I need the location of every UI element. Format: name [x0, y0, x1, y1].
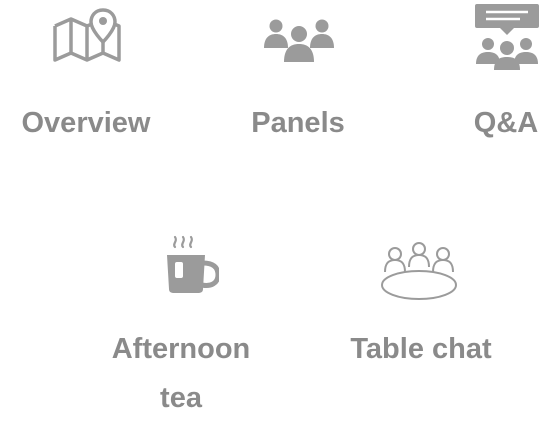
tile-tea[interactable]: Afternoon tea: [95, 225, 267, 418]
tile-overview[interactable]: Overview: [0, 0, 172, 150]
steaming-cup-icon: [163, 233, 219, 295]
tile-tea-label: Afternoon tea: [111, 333, 251, 414]
tile-panels[interactable]: Panels: [226, 0, 370, 150]
tile-table-label: Table chat: [350, 333, 492, 365]
people-group-icon: [263, 18, 335, 66]
map-pin-icon: [52, 8, 122, 64]
tile-qa[interactable]: Q&A: [460, 0, 552, 150]
tile-qa-label: Q&A: [473, 107, 539, 139]
tile-panels-label: Panels: [251, 107, 345, 139]
presentation-audience-icon: [474, 2, 540, 74]
round-table-icon: [380, 242, 458, 302]
tile-overview-label: Overview: [21, 107, 151, 139]
tile-table[interactable]: Table chat: [345, 225, 497, 418]
